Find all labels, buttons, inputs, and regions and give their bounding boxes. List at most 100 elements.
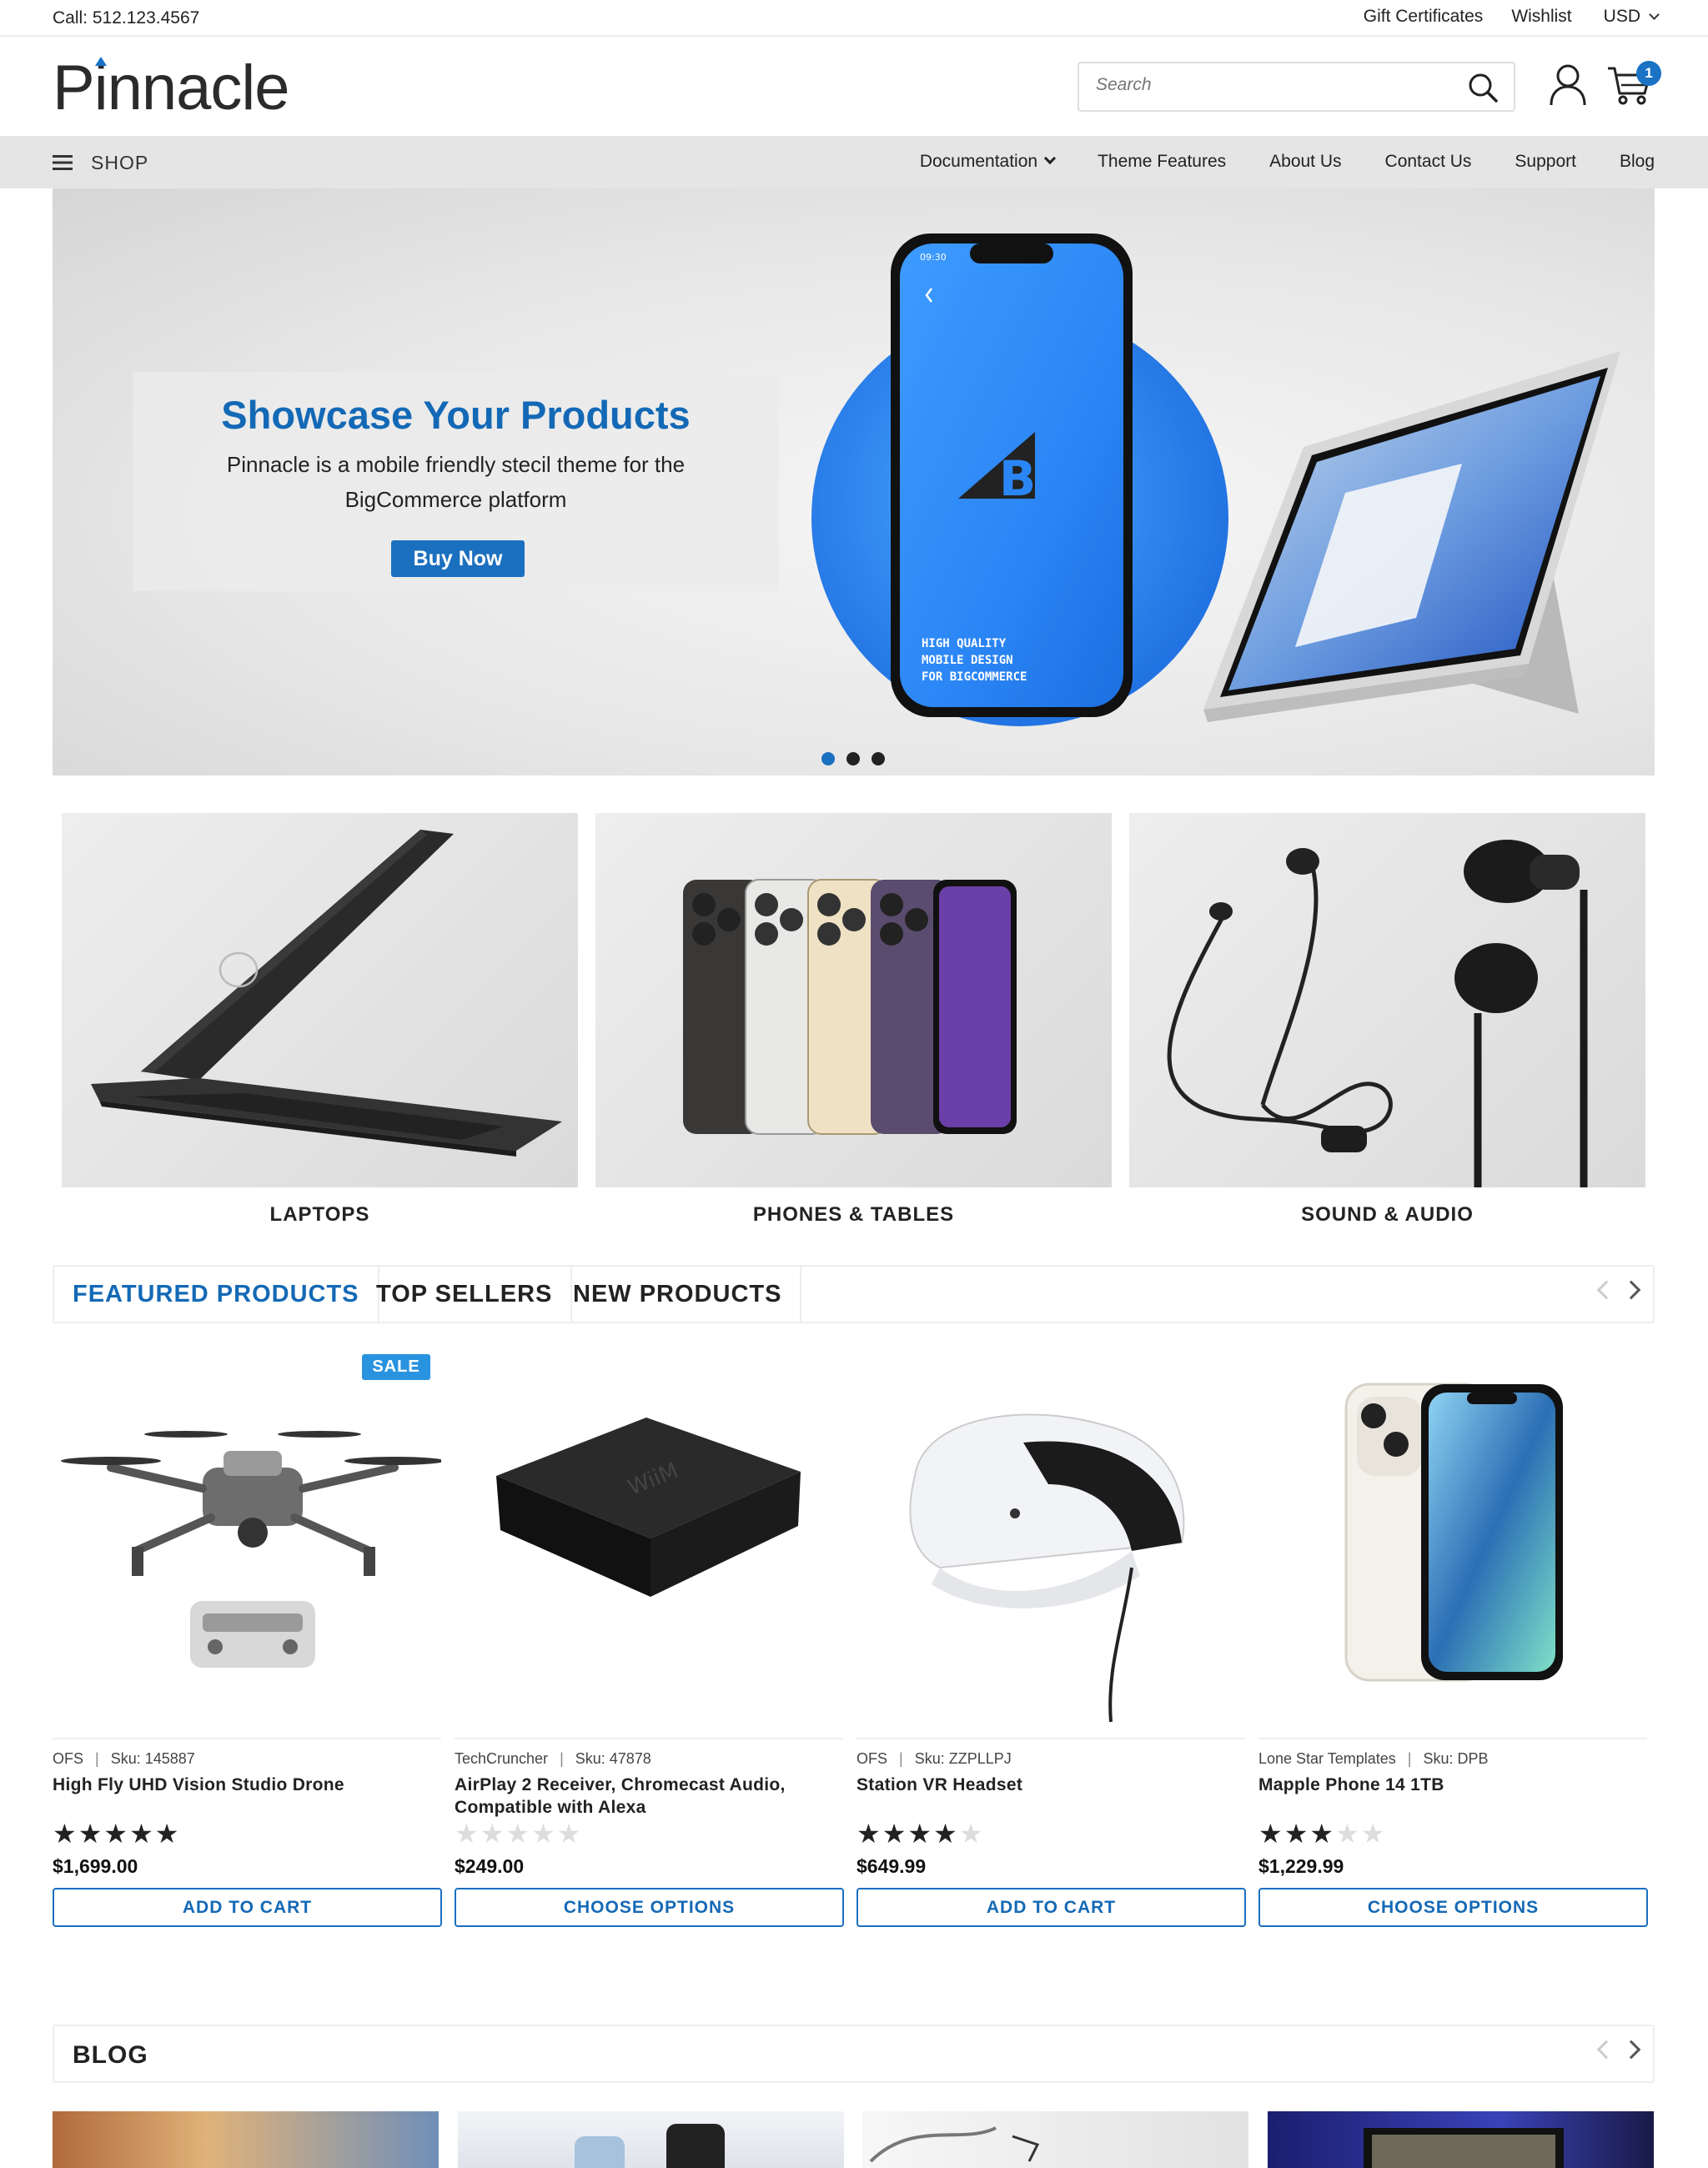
blog-post-image[interactable] xyxy=(458,2111,844,2168)
add-to-cart-button[interactable]: ADD TO CART xyxy=(53,1888,442,1927)
product-image-vr-headset[interactable] xyxy=(857,1351,1245,1722)
hero-subtitle: Pinnacle is a mobile friendly stecil the… xyxy=(226,452,686,512)
nav-item-documentation[interactable]: Documentation xyxy=(877,152,1057,172)
product-sku: Sku: 47878 xyxy=(575,1750,651,1767)
product-price: $649.99 xyxy=(857,1855,927,1877)
product-name[interactable]: AirPlay 2 Receiver, Chromecast Audio, Co… xyxy=(455,1774,843,1819)
product-name[interactable]: High Fly UHD Vision Studio Drone xyxy=(53,1774,441,1796)
top-bar: Call: 512.123.4567 Gift Certificates Wis… xyxy=(0,0,1708,37)
slider-dot-3[interactable] xyxy=(872,752,885,765)
product-price: $1,699.00 xyxy=(53,1855,138,1877)
chevron-down-icon xyxy=(1043,152,1057,165)
product-meta: TechCruncher | Sku: 47878 xyxy=(455,1750,651,1767)
category-audio-label[interactable]: SOUND & AUDIO xyxy=(1129,1203,1645,1227)
product-tabs: FEATURED PRODUCTS TOP SELLERS NEW PRODUC… xyxy=(53,1265,1655,1323)
star-icon: ★★★★★ xyxy=(455,1819,583,1849)
slider-dot-2[interactable] xyxy=(846,752,860,765)
product-rating: ★★★★★ xyxy=(53,1818,180,1849)
product-sku: Sku: 145887 xyxy=(110,1750,195,1767)
search-box xyxy=(1078,62,1515,112)
hamburger-icon[interactable] xyxy=(53,154,73,175)
product-sku: Sku: ZZPLLPJ xyxy=(914,1750,1012,1767)
product-meta: OFS | Sku: ZZPLLPJ xyxy=(857,1750,1012,1767)
nav-item-blog[interactable]: Blog xyxy=(1620,152,1655,172)
nav-item-contact-us[interactable]: Contact Us xyxy=(1385,152,1472,172)
gift-certificates-link[interactable]: Gift Certificates xyxy=(1364,7,1484,27)
nav-item-about-us[interactable]: About Us xyxy=(1269,152,1341,172)
blog-section-header: BLOG xyxy=(53,2025,1655,2083)
product-divider xyxy=(1258,1738,1647,1739)
product-price: $1,229.99 xyxy=(1258,1855,1344,1877)
blog-monitor-image xyxy=(1364,2128,1564,2168)
currency-selector[interactable]: USD xyxy=(1603,7,1660,27)
category-phones-label[interactable]: PHONES & TABLES xyxy=(595,1203,1112,1227)
account-icon[interactable] xyxy=(1548,63,1588,111)
choose-options-button[interactable]: CHOOSE OPTIONS xyxy=(455,1888,844,1927)
product-meta: Lone Star Templates | Sku: DPB xyxy=(1258,1750,1489,1767)
logo[interactable]: Pinnacle xyxy=(53,52,290,124)
search-input[interactable] xyxy=(1096,75,1446,95)
category-audio-image[interactable] xyxy=(1129,813,1645,1187)
buy-now-button[interactable]: Buy Now xyxy=(391,540,525,577)
product-divider xyxy=(53,1738,441,1739)
product-rating: ★★★★★ xyxy=(455,1818,582,1849)
blog-title: BLOG xyxy=(73,2041,148,2069)
star-icon: ★★★★ xyxy=(857,1819,959,1849)
chevron-down-icon xyxy=(1649,9,1660,20)
svg-text:B: B xyxy=(999,450,1036,507)
product-rating: ★★★★★ xyxy=(857,1818,984,1849)
tab-new-products[interactable]: NEW PRODUCTS xyxy=(555,1267,802,1322)
phone-number: Call: 512.123.4567 xyxy=(53,8,200,28)
slider-dots xyxy=(821,752,885,765)
main-nav: SHOP Documentation Theme Features About … xyxy=(0,136,1708,188)
cart-count-badge: 1 xyxy=(1636,61,1661,86)
chevron-right-icon[interactable] xyxy=(1621,2040,1641,2060)
product-rating: ★★★★★ xyxy=(1258,1818,1386,1849)
star-icon: ★★★★★ xyxy=(53,1819,181,1849)
category-laptops-label[interactable]: LAPTOPS xyxy=(62,1203,578,1227)
category-laptops-image[interactable] xyxy=(62,813,578,1187)
blog-post-image[interactable] xyxy=(1268,2111,1654,2168)
nav-item-support[interactable]: Support xyxy=(1515,152,1576,172)
product-divider xyxy=(455,1738,843,1739)
blog-cables-image xyxy=(869,2126,1040,2163)
laptop-image xyxy=(91,830,562,1157)
product-name[interactable]: Station VR Headset xyxy=(857,1774,1245,1796)
product-name[interactable]: Mapple Phone 14 1TB xyxy=(1258,1774,1647,1796)
category-phones-image[interactable] xyxy=(595,813,1112,1187)
product-brand[interactable]: TechCruncher xyxy=(455,1750,548,1767)
choose-options-button[interactable]: CHOOSE OPTIONS xyxy=(1258,1888,1648,1927)
phones-image xyxy=(683,879,1017,1135)
svg-text:FOR BIGCOMMERCE: FOR BIGCOMMERCE xyxy=(922,670,1027,684)
product-brand[interactable]: OFS xyxy=(857,1750,887,1767)
carousel-arrows xyxy=(1596,2040,1641,2060)
shop-menu-toggle[interactable]: SHOP xyxy=(91,152,148,174)
earphones-image xyxy=(1167,840,1588,1187)
tab-top-sellers[interactable]: TOP SELLERS xyxy=(358,1267,573,1322)
blog-post-image[interactable] xyxy=(53,2111,439,2168)
star-icon: ★★★ xyxy=(1258,1819,1336,1849)
search-icon[interactable] xyxy=(1467,72,1499,108)
star-icon: ★★ xyxy=(1335,1819,1387,1849)
product-image-receiver[interactable]: WiiM xyxy=(455,1351,843,1722)
product-image-phone[interactable] xyxy=(1258,1351,1647,1722)
add-to-cart-button[interactable]: ADD TO CART xyxy=(857,1888,1246,1927)
chevron-left-icon[interactable] xyxy=(1596,1280,1616,1300)
star-icon: ★ xyxy=(958,1819,985,1849)
nav-item-theme-features[interactable]: Theme Features xyxy=(1098,152,1226,172)
chevron-right-icon[interactable] xyxy=(1621,1280,1641,1300)
hero-slider[interactable]: Showcase Your Products Pinnacle is a mob… xyxy=(53,188,1655,775)
wishlist-link[interactable]: Wishlist xyxy=(1511,7,1571,27)
product-divider xyxy=(857,1738,1245,1739)
product-brand[interactable]: Lone Star Templates xyxy=(1258,1750,1396,1767)
vr-headset-image xyxy=(909,1413,1185,1722)
logo-accent-icon xyxy=(95,57,107,66)
product-brand[interactable]: OFS xyxy=(53,1750,83,1767)
slider-dot-1[interactable] xyxy=(821,752,835,765)
chevron-left-icon[interactable] xyxy=(1596,2040,1616,2060)
currency-label: USD xyxy=(1603,7,1640,26)
blog-post-image[interactable] xyxy=(862,2111,1248,2168)
product-image-drone[interactable] xyxy=(53,1351,441,1722)
top-links: Gift Certificates Wishlist USD xyxy=(1364,7,1660,27)
tab-featured-products[interactable]: FEATURED PRODUCTS xyxy=(54,1267,379,1322)
